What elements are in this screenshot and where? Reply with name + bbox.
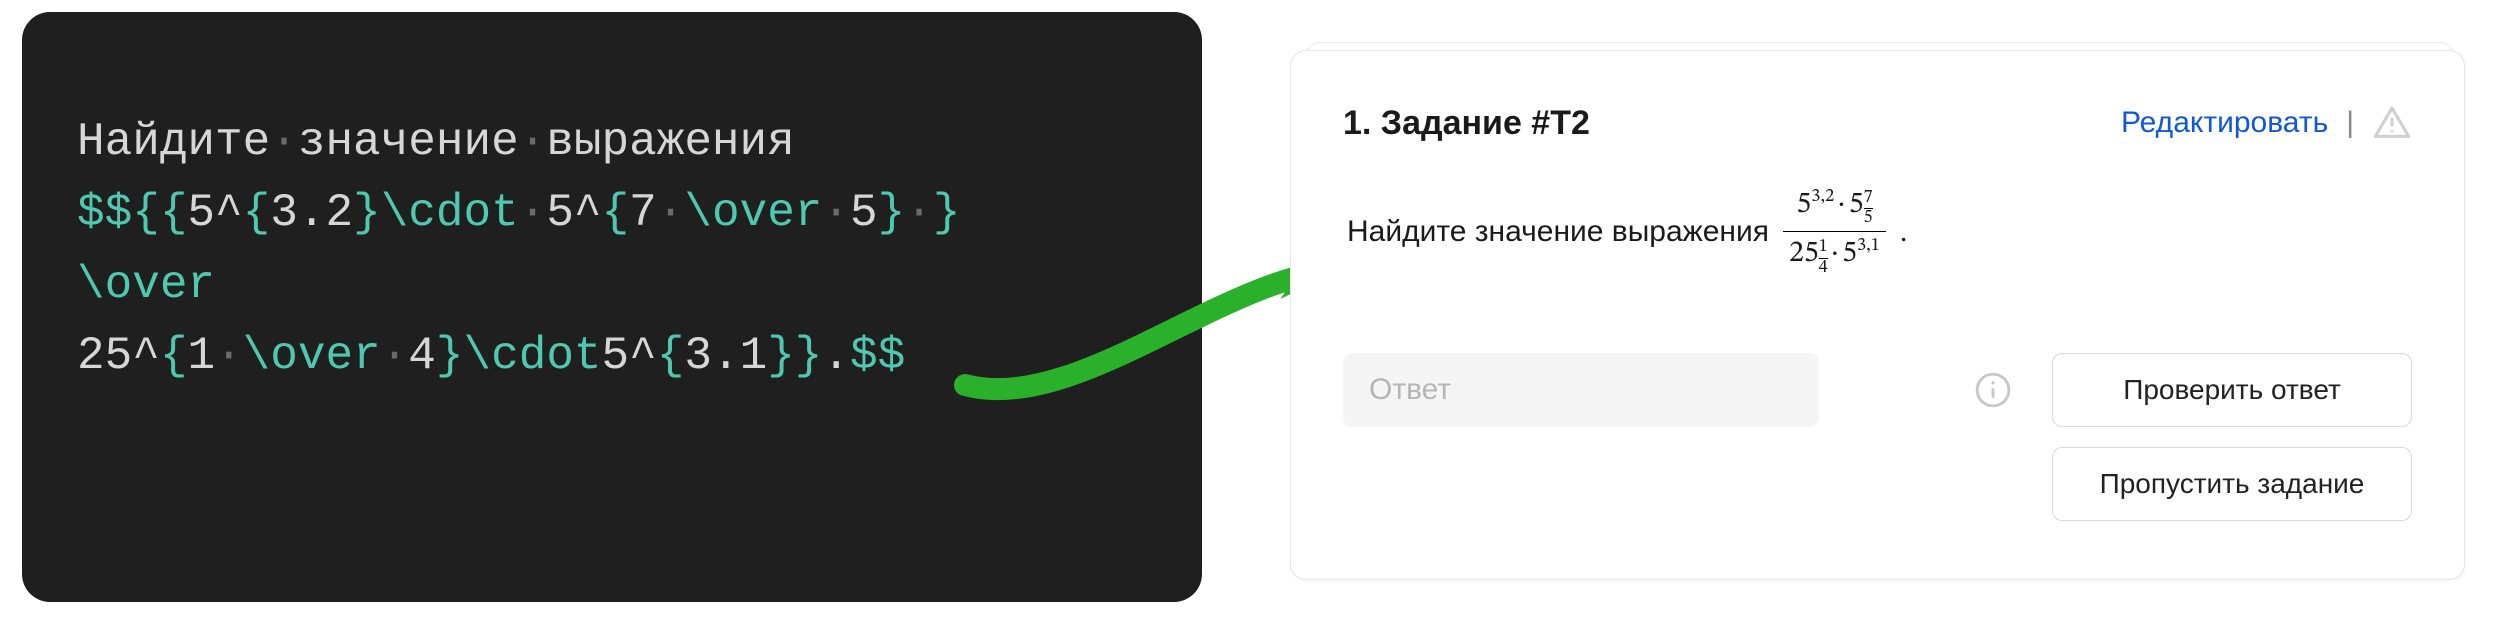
latex-source-panel: Найдите·значение·выражения $${{5^{3.2}\c…: [22, 12, 1202, 602]
answer-input[interactable]: [1343, 353, 1819, 427]
code-line-2: $${{5^{3.2}\cdot·5^{7·\over·5}·}: [77, 178, 1162, 249]
formula-trailing-period: .: [1900, 215, 1908, 249]
info-icon[interactable]: [1974, 371, 2012, 409]
problem-statement: Найдите значение выражения 53,2·575 2514…: [1347, 187, 2412, 277]
skip-task-button[interactable]: Пропустить задание: [2052, 447, 2412, 521]
card-header: 1. Задание #T2 Редактировать |: [1343, 103, 2412, 143]
check-answer-button[interactable]: Проверить ответ: [2052, 353, 2412, 427]
edit-link[interactable]: Редактировать: [2121, 106, 2328, 140]
code-line-1: Найдите·значение·выражения: [77, 107, 1162, 178]
divider: |: [2346, 106, 2354, 140]
warning-icon[interactable]: [2372, 103, 2412, 143]
answer-controls: Проверить ответ Пропустить задание: [1343, 353, 2412, 521]
problem-text: Найдите значение выражения: [1347, 215, 1769, 249]
code-line-3: \over: [77, 250, 1162, 321]
rendered-formula: 53,2·575 2514·53,1: [1783, 187, 1886, 277]
code-line-4: 25^{1·\over·4}\cdot5^{3.1}}.$$: [77, 321, 1162, 392]
task-title: 1. Задание #T2: [1343, 104, 1590, 143]
task-card: 1. Задание #T2 Редактировать | Найдите з…: [1290, 50, 2465, 580]
